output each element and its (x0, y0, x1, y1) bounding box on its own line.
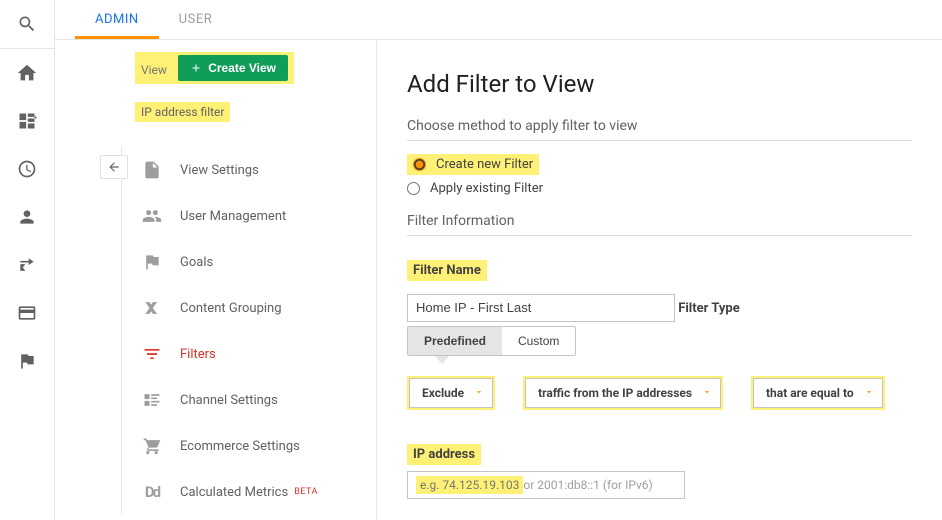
dd-action[interactable]: Exclude (409, 378, 493, 408)
ip-placeholder-rest: or 2001:db8::1 (for IPv6) (523, 478, 652, 492)
menu-label: Goals (180, 255, 213, 270)
filter-type-label: Filter Type (678, 301, 740, 316)
menu-label: Content Grouping (180, 301, 282, 316)
tab-user[interactable]: USER (159, 0, 233, 39)
ip-address-input-wrap[interactable]: e.g. 74.125.19.103 or 2001:db8::1 (for I… (407, 471, 685, 499)
menu-label: View Settings (180, 163, 259, 178)
radio-apply-existing[interactable] (407, 182, 420, 195)
caret-down-icon (474, 386, 484, 400)
flow-icon[interactable] (0, 241, 54, 289)
ip-placeholder-highlight: e.g. 74.125.19.103 (416, 476, 523, 494)
dd-action-label: Exclude (422, 386, 464, 400)
radio-create-label: Create new Filter (436, 157, 533, 172)
search-icon[interactable] (0, 0, 54, 48)
page-title: Add Filter to View (407, 70, 912, 98)
menu-label: User Management (180, 209, 286, 224)
caret-down-icon (864, 386, 874, 400)
custom-button[interactable]: Custom (502, 327, 575, 355)
dd-source-label: traffic from the IP addresses (538, 386, 692, 400)
dd-icon: Dd (142, 483, 162, 501)
tab-admin[interactable]: ADMIN (75, 0, 159, 39)
menu-label: Ecommerce Settings (180, 439, 300, 454)
menu-calculated-metrics[interactable]: Dd Calculated Metrics BETA (132, 469, 376, 515)
caret-down-icon (702, 386, 712, 400)
person-icon[interactable] (0, 193, 54, 241)
card-icon[interactable] (0, 289, 54, 337)
menu-user-management[interactable]: User Management (132, 193, 376, 239)
toggle-indicator-icon (435, 356, 449, 364)
menu-channel-settings[interactable]: Channel Settings (132, 377, 376, 423)
clock-icon[interactable] (0, 145, 54, 193)
back-arrow-button[interactable] (100, 155, 128, 179)
svg-text:+: + (34, 113, 37, 121)
menu-label: Filters (180, 347, 216, 362)
menu-content-grouping[interactable]: Content Grouping (132, 285, 376, 331)
view-label: View (141, 63, 167, 77)
dd-source[interactable]: traffic from the IP addresses (525, 378, 721, 408)
radio-create-new[interactable] (413, 158, 426, 171)
filter-view-name: IP address filter (135, 102, 230, 122)
dashboard-icon[interactable]: + (0, 97, 54, 145)
menu-filters[interactable]: Filters (132, 331, 376, 377)
menu-ecommerce-settings[interactable]: Ecommerce Settings (132, 423, 376, 469)
radio-apply-label: Apply existing Filter (430, 181, 543, 196)
method-heading: Choose method to apply filter to view (407, 118, 912, 141)
create-view-button[interactable]: Create View (178, 55, 288, 81)
top-tabs: ADMIN USER (55, 0, 942, 40)
flag-icon[interactable] (0, 337, 54, 385)
menu-goals[interactable]: Goals (132, 239, 376, 285)
predefined-button[interactable]: Predefined (408, 327, 502, 355)
create-view-label: Create View (208, 61, 276, 75)
ip-address-label: IP address (407, 444, 481, 465)
filter-name-label: Filter Name (407, 260, 487, 281)
menu-label: Channel Settings (180, 393, 278, 408)
filter-name-input[interactable] (407, 294, 675, 322)
filter-info-heading: Filter Information (407, 213, 912, 236)
menu-view-settings[interactable]: View Settings (132, 147, 376, 193)
menu-label: Calculated Metrics (180, 485, 288, 500)
dd-expression[interactable]: that are equal to (753, 378, 883, 408)
filter-type-toggle: Predefined Custom (407, 326, 576, 356)
home-icon[interactable] (0, 49, 54, 97)
beta-badge: BETA (294, 487, 318, 497)
dd-expression-label: that are equal to (766, 386, 854, 400)
